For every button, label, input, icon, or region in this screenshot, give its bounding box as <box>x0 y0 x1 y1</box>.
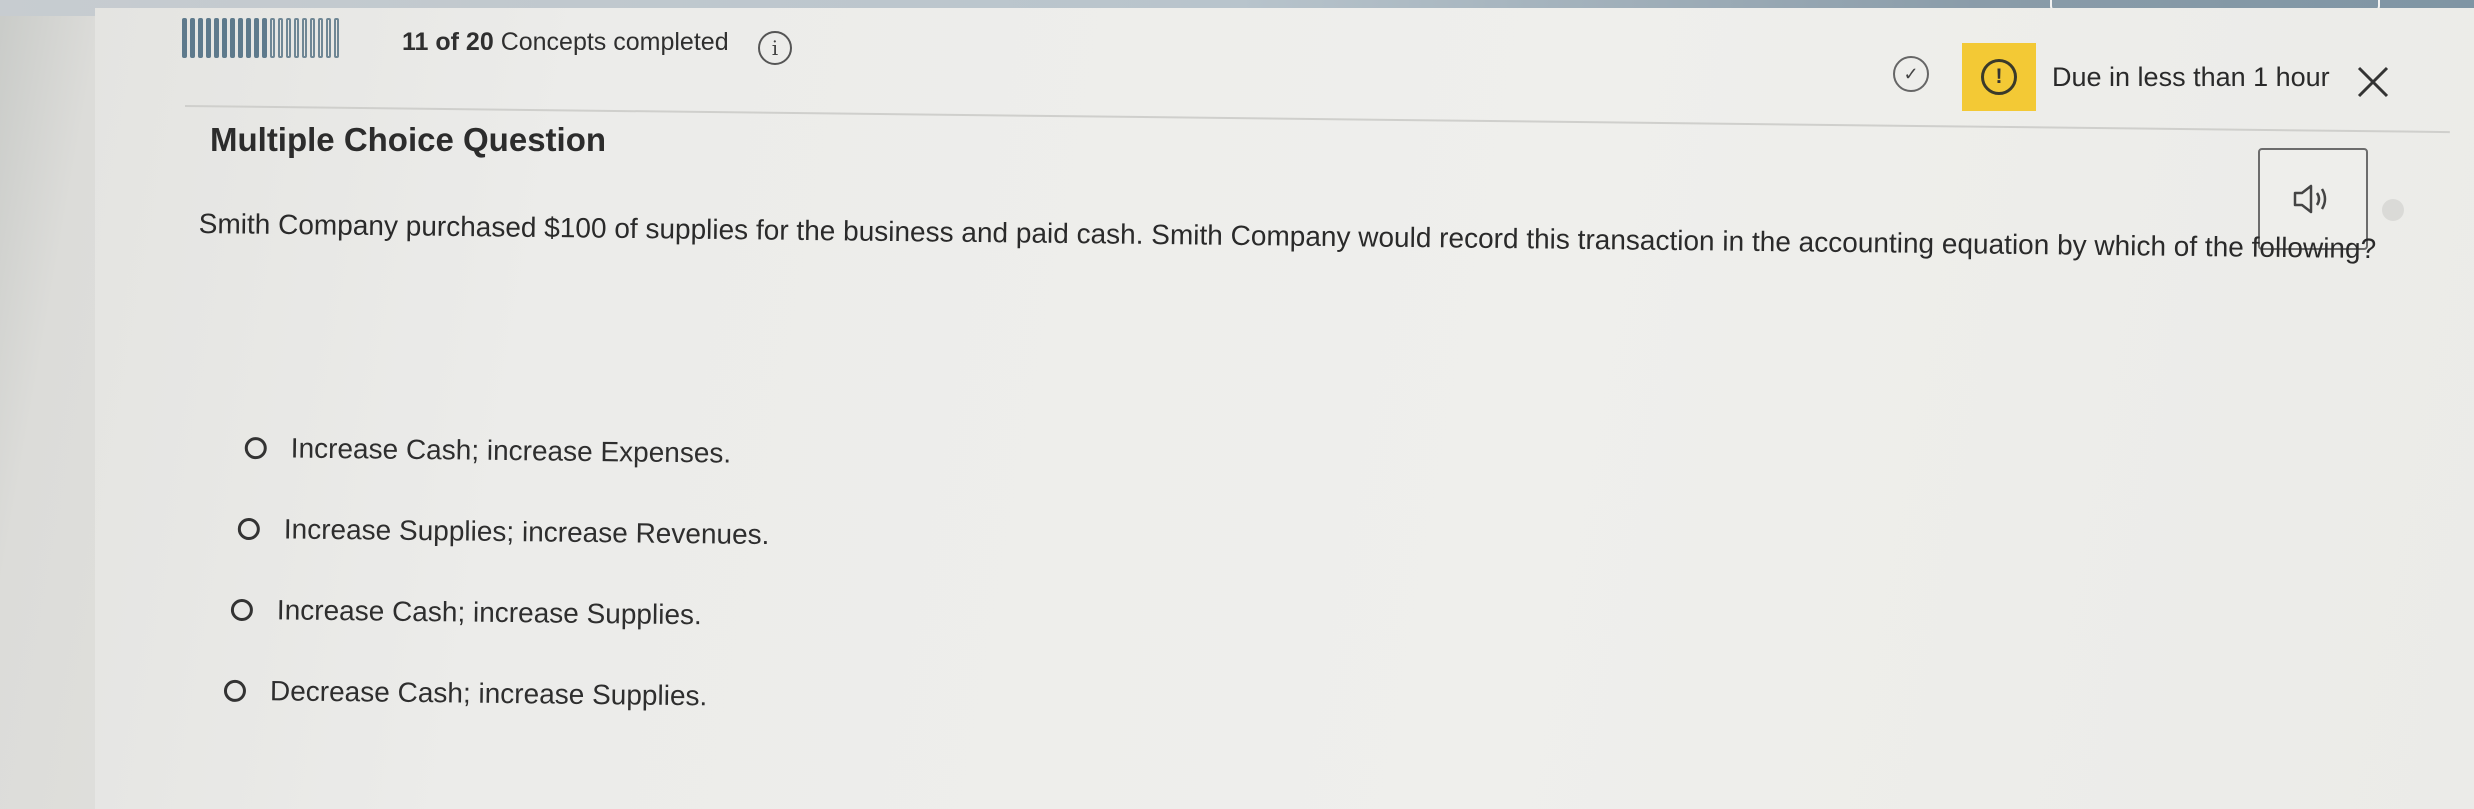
answer-option[interactable]: Increase Cash; increase Expenses. <box>244 428 771 474</box>
progress-segment-complete <box>198 18 203 58</box>
progress-segment-complete <box>214 18 219 58</box>
concepts-completed-text: 11 of 20 Concepts completed <box>402 28 729 57</box>
answer-option[interactable]: Increase Cash; increase Supplies. <box>230 590 769 636</box>
progress-segment-incomplete <box>318 18 323 58</box>
answer-label: Increase Cash; increase Expenses. <box>290 432 732 469</box>
progress-segment-incomplete <box>310 18 315 58</box>
answer-list: Increase Cash; increase Expenses. Increa… <box>223 428 771 758</box>
radio-button[interactable] <box>244 436 267 460</box>
progress-segment-incomplete <box>334 18 339 58</box>
progress-segment-complete <box>254 18 259 58</box>
progress-segment-complete <box>246 18 251 58</box>
radio-button[interactable] <box>237 517 260 541</box>
progress-segment-complete <box>182 18 187 58</box>
due-warning-badge: ! <box>1962 43 2036 111</box>
answer-option[interactable]: Increase Supplies; increase Revenues. <box>237 509 770 555</box>
concepts-label: Concepts completed <box>500 28 729 56</box>
progress-segment-incomplete <box>302 18 307 58</box>
concept-progress-bar <box>182 18 339 58</box>
answer-label: Decrease Cash; increase Supplies. <box>269 675 708 712</box>
info-icon[interactable]: i <box>758 31 792 65</box>
speaker-icon <box>2293 184 2327 214</box>
alert-icon: ! <box>1981 59 2017 95</box>
scroll-dot <box>2382 199 2404 221</box>
due-text: Due in less than 1 hour <box>2052 62 2330 92</box>
progress-segment-complete <box>206 18 211 58</box>
progress-segment-complete <box>230 18 235 58</box>
close-icon[interactable] <box>2355 64 2391 100</box>
progress-segment-incomplete <box>286 18 291 58</box>
progress-segment-incomplete <box>278 18 283 58</box>
check-circle-icon[interactable]: ✓ <box>1893 56 1929 92</box>
progress-segment-complete <box>238 18 243 58</box>
progress-segment-complete <box>222 18 227 58</box>
question-type-title: Multiple Choice Question <box>210 121 607 158</box>
answer-label: Increase Cash; increase Supplies. <box>276 594 702 631</box>
progress-segment-incomplete <box>326 18 331 58</box>
radio-button[interactable] <box>230 598 254 622</box>
answer-option[interactable]: Decrease Cash; increase Supplies. <box>223 671 768 717</box>
radio-button[interactable] <box>223 679 247 703</box>
answer-label: Increase Supplies; increase Revenues. <box>283 513 770 551</box>
progress-segment-complete <box>190 18 195 58</box>
progress-segment-complete <box>262 18 267 58</box>
concepts-count: 11 of 20 <box>402 28 494 56</box>
progress-segment-incomplete <box>270 18 275 58</box>
progress-segment-incomplete <box>294 18 299 58</box>
